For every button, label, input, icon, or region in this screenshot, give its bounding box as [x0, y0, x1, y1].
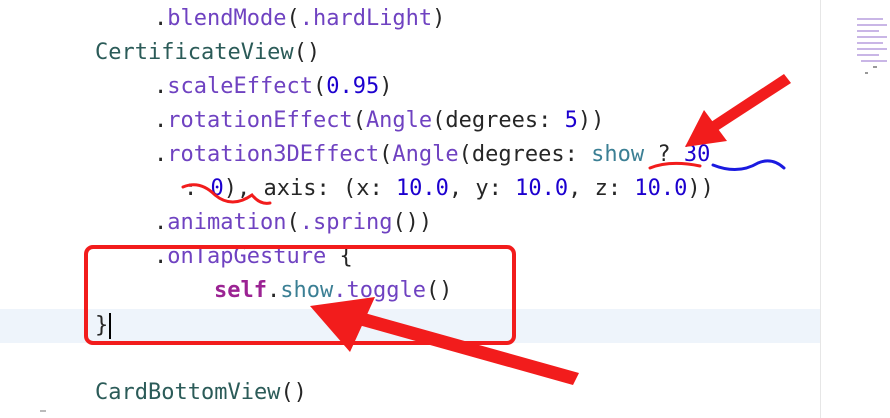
annotation-layer [84, 74, 791, 385]
blue-underline-30 [711, 159, 786, 171]
red-underline-show [648, 161, 702, 170]
red-arrow-upper [685, 74, 791, 147]
red-underline-zero [181, 183, 272, 205]
red-highlight-box [84, 245, 516, 345]
